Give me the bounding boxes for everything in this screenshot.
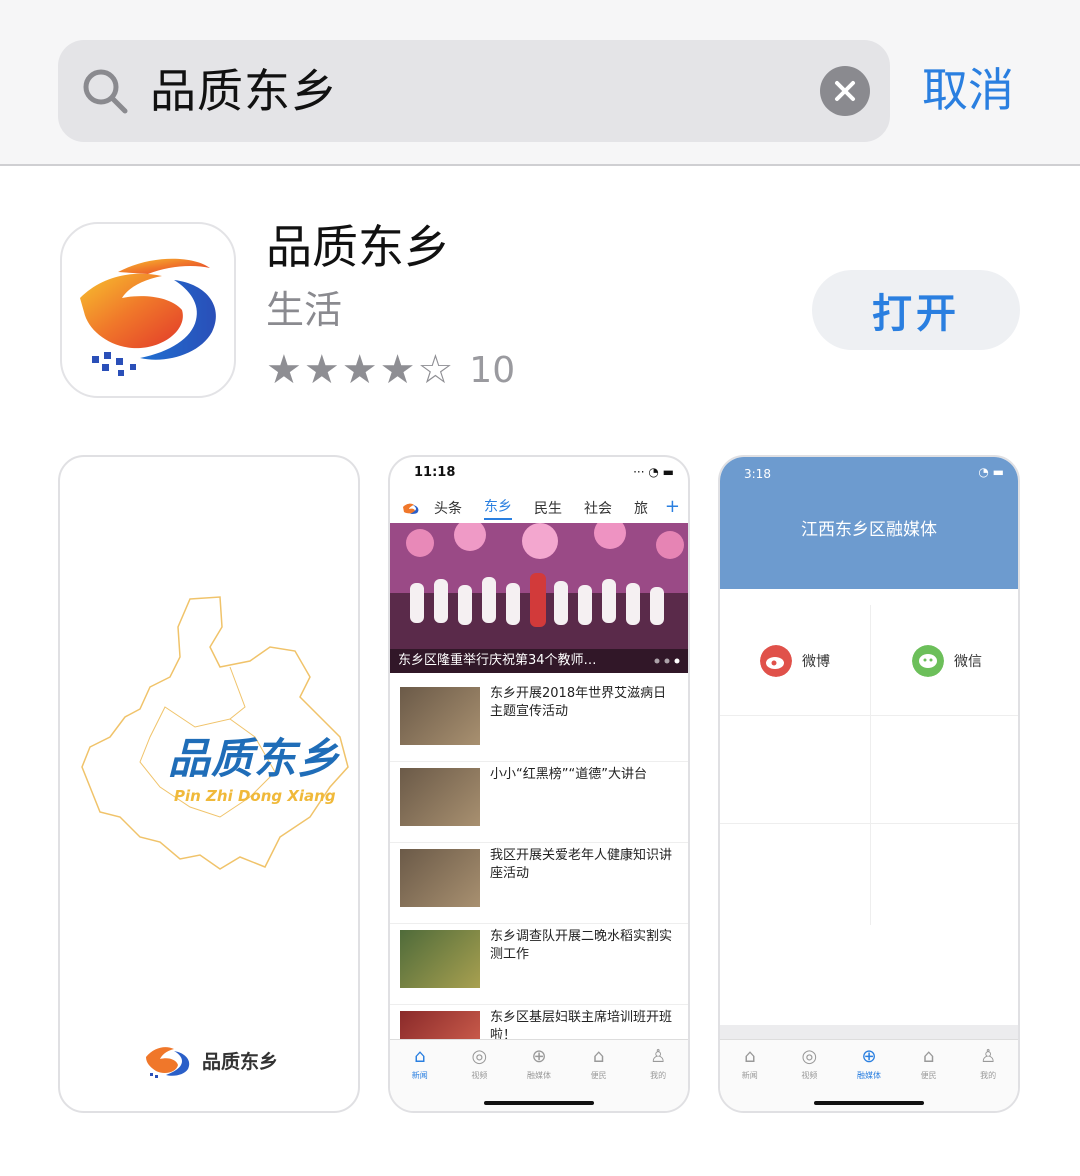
app-icon[interactable] [60, 222, 236, 398]
weibo-label: 微博 [802, 654, 830, 670]
splash-brand-text: 品质东乡 [202, 1051, 279, 1073]
search-icon [80, 66, 130, 116]
wechat-channel[interactable]: 微信 [912, 645, 982, 677]
search-query[interactable]: 品质东乡 [150, 62, 338, 120]
news-thumbnail [400, 768, 480, 826]
camera-icon: ◎ [801, 1046, 818, 1067]
news-thumbnail [400, 687, 480, 745]
screenshot-splash[interactable]: 品质东乡 Pin Zhi Dong Xiang 品质东乡 [58, 455, 360, 1113]
screenshot-media[interactable]: 3:18 ◔ ▬ 江西东乡区融媒体 微博 微信 ⌂ 新闻 ◎ 视频 ⊕ 融媒体 … [718, 455, 1020, 1113]
status-time: 11:18 [414, 465, 456, 480]
news-thumbnail [400, 930, 480, 988]
tabbar-label: 我的 [980, 1071, 997, 1080]
house-icon: ⌂ [592, 1046, 605, 1067]
person-icon: ♙ [650, 1046, 667, 1067]
status-time: 3:18 [744, 467, 771, 481]
tab-lv[interactable]: 旅 [634, 498, 648, 518]
tabbar-label: 我的 [650, 1071, 667, 1080]
tabbar-label: 视频 [471, 1071, 488, 1080]
tabbar-label: 便民 [920, 1071, 937, 1080]
news-title: 我区开展关爱老年人健康知识讲座活动 [490, 848, 673, 881]
home-indicator [484, 1101, 594, 1105]
weibo-channel[interactable]: 微博 [760, 645, 830, 677]
tabbar-label: 融媒体 [856, 1071, 881, 1080]
house-icon: ⌂ [922, 1046, 935, 1067]
news-thumbnail [400, 1011, 480, 1041]
hero-banner[interactable]: 东乡区隆重举行庆祝第34个教师… [390, 523, 688, 673]
star-icon: ★ [341, 347, 378, 393]
app-category: 生活 [266, 288, 343, 332]
globe-icon: ⊕ [531, 1046, 547, 1067]
app-rating: ★ ★ ★ ★ ☆ 10 [266, 346, 515, 394]
tabbar-item-me[interactable]: ♙ 我的 [628, 1040, 688, 1111]
news-tab-bar: 头条 东乡 民生 社会 旅 + [390, 491, 688, 525]
rating-count: 10 [469, 349, 516, 391]
clear-search-button[interactable] [820, 66, 870, 116]
tabbar-label: 便民 [590, 1071, 607, 1080]
star-empty-icon: ☆ [417, 347, 454, 393]
status-bar: 11:18 ⋅⋅⋅ ◔ ▬ [390, 457, 688, 487]
tabbar-item-me[interactable]: ♙ 我的 [958, 1040, 1018, 1111]
search-field[interactable]: 品质东乡 [58, 40, 890, 142]
battery-icon: ◔ ▬ [978, 465, 1004, 479]
globe-icon: ⊕ [861, 1046, 877, 1067]
weibo-icon [760, 645, 792, 677]
hero-caption: 东乡区隆重举行庆祝第34个教师… [390, 649, 688, 673]
news-title: 东乡开展2018年世界艾滋病日主题宣传活动 [490, 686, 667, 719]
news-list: 东乡开展2018年世界艾滋病日主题宣传活动 小小“红黑榜”“道德”大讲台 我区开… [390, 681, 688, 1086]
channel-grid: 微博 微信 [720, 605, 1018, 1025]
screenshot-news[interactable]: 11:18 ⋅⋅⋅ ◔ ▬ 头条 东乡 民生 社会 旅 + 东乡区隆重举行庆祝第… [388, 455, 690, 1113]
grid-divider [720, 715, 1018, 716]
splash-title: 品质东乡 [168, 734, 341, 783]
news-thumbnail [400, 849, 480, 907]
list-item[interactable]: 小小“红黑榜”“道德”大讲台 [390, 762, 688, 843]
news-title: 东乡调查队开展二晚水稻实割实测工作 [490, 929, 673, 962]
star-icon: ★ [379, 347, 416, 393]
app-name[interactable]: 品质东乡 [266, 218, 450, 276]
add-tab-button[interactable]: + [665, 496, 680, 517]
list-item[interactable]: 东乡调查队开展二晚水稻实割实测工作 [390, 924, 688, 1005]
grid-divider [870, 605, 871, 925]
media-header: 3:18 ◔ ▬ 江西东乡区融媒体 [720, 457, 1018, 589]
tab-minsheng[interactable]: 民生 [534, 498, 562, 518]
search-header: 品质东乡 取消 [0, 0, 1080, 166]
grid-divider [720, 823, 1018, 824]
home-icon: ⌂ [414, 1046, 426, 1067]
list-item[interactable]: 我区开展关爱老年人健康知识讲座活动 [390, 843, 688, 924]
app-logo-icon [80, 258, 216, 376]
home-icon: ⌂ [744, 1046, 756, 1067]
tab-toutiao[interactable]: 头条 [434, 498, 462, 518]
tab-dongxiang[interactable]: 东乡 [484, 496, 512, 520]
star-icon: ★ [266, 347, 302, 393]
splash-subtitle: Pin Zhi Dong Xiang [174, 787, 336, 805]
tabbar-item-news[interactable]: ⌂ 新闻 [390, 1040, 450, 1111]
clear-icon [835, 81, 855, 101]
tab-shehui[interactable]: 社会 [584, 498, 612, 518]
wechat-label: 微信 [954, 654, 982, 670]
star-icon: ★ [303, 347, 340, 393]
wifi-icon: ⋅⋅⋅ ◔ ▬ [633, 465, 674, 479]
list-item[interactable]: 东乡开展2018年世界艾滋病日主题宣传活动 [390, 681, 688, 762]
media-title: 江西东乡区融媒体 [801, 520, 937, 540]
tabbar-label: 融媒体 [526, 1071, 551, 1080]
tabbar-label: 视频 [801, 1071, 818, 1080]
camera-icon: ◎ [471, 1046, 488, 1067]
home-indicator [814, 1101, 924, 1105]
news-title: 小小“红黑榜”“道德”大讲台 [490, 767, 647, 782]
open-button[interactable]: 打开 [812, 270, 1020, 350]
brand-logo-icon [146, 1047, 190, 1078]
tabbar-label: 新闻 [411, 1071, 428, 1080]
tabbar-item-news[interactable]: ⌂ 新闻 [720, 1040, 780, 1111]
mini-logo-icon [403, 503, 419, 514]
tabbar-label: 新闻 [741, 1071, 758, 1080]
cancel-button[interactable]: 取消 [922, 60, 1014, 120]
carousel-dots[interactable] [654, 658, 680, 664]
person-icon: ♙ [980, 1046, 997, 1067]
wechat-icon [912, 645, 944, 677]
